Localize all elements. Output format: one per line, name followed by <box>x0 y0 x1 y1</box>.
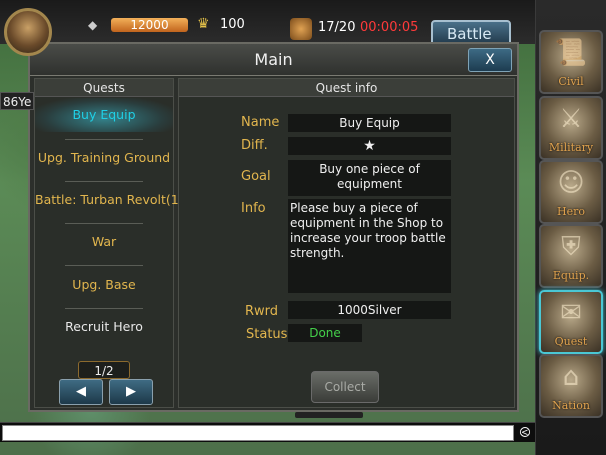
side-item-quest[interactable]: ✉ Quest <box>539 290 603 354</box>
palace-icon: ⌂ <box>562 362 580 392</box>
divider <box>65 308 143 309</box>
info-label: Info <box>241 201 266 216</box>
hero-icon: ☺ <box>557 168 585 198</box>
quest-info-panel: Quest info Name Buy Equip Diff. ★ Goal B… <box>178 78 515 408</box>
quest-item-recruit-hero[interactable]: Recruit Hero <box>35 310 173 344</box>
side-item-label: Equip. <box>552 269 590 282</box>
difficulty-stars: ★ <box>288 137 451 155</box>
silver-counter: 12000 <box>111 18 188 32</box>
order-timer: 00:00:05 <box>360 20 419 35</box>
side-item-label: Nation <box>552 399 590 412</box>
side-item-military[interactable]: ⚔ Military <box>539 96 603 160</box>
player-level: 86Ye <box>0 92 34 110</box>
side-menu: 📜 Civil ⚔ Military ☺ Hero ⛨ Equip. ✉ Que… <box>535 0 606 455</box>
divider <box>65 223 143 224</box>
quest-item-upg-base[interactable]: Upg. Base <box>35 268 173 302</box>
difficulty-label: Diff. <box>241 138 268 153</box>
divider <box>65 181 143 182</box>
dialog-bottom-handle <box>295 412 363 418</box>
chat-toggle-icon[interactable]: ⧀ <box>516 424 534 442</box>
next-page-button[interactable]: ▶ <box>109 379 153 405</box>
quests-panel: Quests Buy Equip Upg. Training Ground Ba… <box>34 78 184 408</box>
quest-name-value: Buy Equip <box>288 114 451 132</box>
side-item-nation[interactable]: ⌂ Nation <box>539 354 603 418</box>
divider <box>65 139 143 140</box>
quest-scroll-icon: ✉ <box>560 298 582 328</box>
quest-goal-value: Buy one piece of equipment <box>288 160 451 196</box>
collect-button[interactable]: Collect <box>311 371 379 403</box>
swords-icon: ⚔ <box>559 104 583 134</box>
dialog-title: Main <box>254 50 293 69</box>
quest-reward-value: 1000Silver <box>288 301 451 319</box>
divider <box>65 265 143 266</box>
side-item-label: Civil <box>558 75 584 88</box>
scroll-icon: 📜 <box>554 38 588 68</box>
quest-status-value: Done <box>288 324 362 342</box>
side-item-civil[interactable]: 📜 Civil <box>539 30 603 94</box>
order-count: 17/20 <box>318 20 356 35</box>
quest-item-upg-training-ground[interactable]: Upg. Training Ground <box>35 141 173 175</box>
quest-info-text: Please buy a piece of equipment in the S… <box>288 199 451 293</box>
quest-info-header: Quest info <box>179 79 514 97</box>
chat-input[interactable] <box>2 425 514 441</box>
side-item-equip[interactable]: ⛨ Equip. <box>539 224 603 288</box>
armor-icon: ⛨ <box>561 232 581 262</box>
gold-counter: 100 <box>220 17 245 32</box>
main-dialog: Main X Quests Buy Equip Upg. Training Gr… <box>28 42 519 412</box>
close-button[interactable]: X <box>468 48 512 72</box>
name-label: Name <box>241 115 280 130</box>
dialog-titlebar: Main X <box>30 44 517 76</box>
top-hud: ◆ 12000 ♛ 100 17/20 00:00:05 Battle <box>0 0 535 48</box>
quest-item-war[interactable]: War <box>35 225 173 259</box>
side-item-label: Quest <box>554 335 588 348</box>
silver-icon: ◆ <box>88 18 98 32</box>
quest-item-buy-equip[interactable]: Buy Equip <box>35 98 173 132</box>
chat-bar: ⧀ <box>0 422 535 442</box>
reward-label: Rwrd <box>245 304 279 319</box>
status-label: Status <box>246 327 288 342</box>
order-icon[interactable] <box>290 18 312 40</box>
prev-page-button[interactable]: ◀ <box>59 379 103 405</box>
goal-label: Goal <box>241 169 271 184</box>
ingot-icon: ♛ <box>197 16 210 32</box>
page-indicator: 1/2 <box>78 361 130 379</box>
side-item-label: Hero <box>557 205 585 218</box>
side-item-hero[interactable]: ☺ Hero <box>539 160 603 224</box>
quest-item-battle-turban-revolt[interactable]: Battle: Turban Revolt(1) <box>35 183 184 217</box>
quests-header: Quests <box>35 79 173 97</box>
player-avatar[interactable] <box>4 8 52 56</box>
side-item-label: Military <box>548 141 594 154</box>
